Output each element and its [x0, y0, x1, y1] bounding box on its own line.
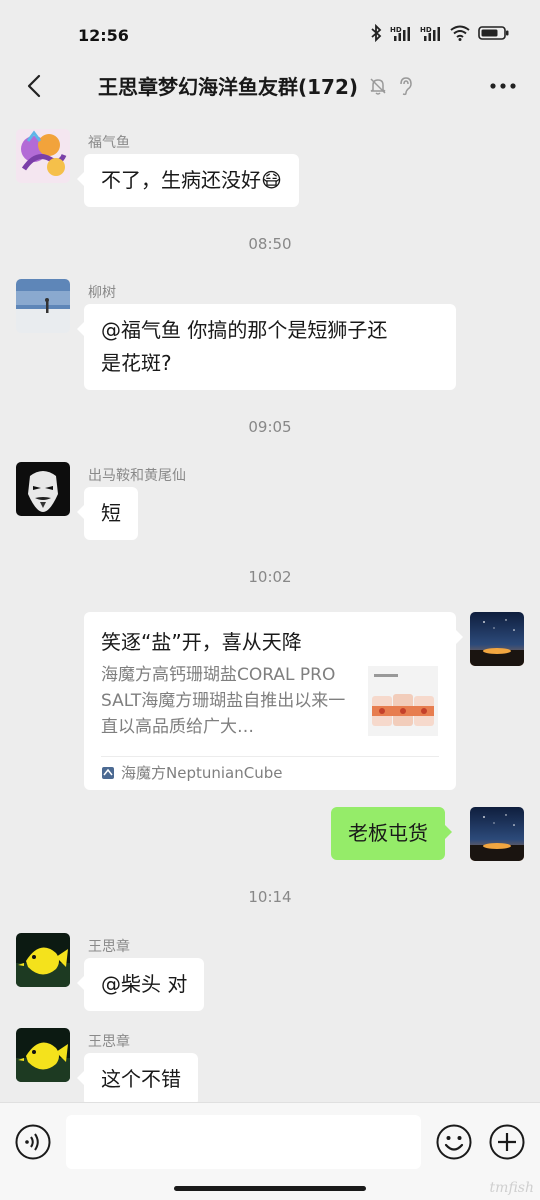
sender-name: 王思章	[88, 1034, 130, 1050]
message-list[interactable]: 福气鱼 不了，生病还没好😷 08:50 柳树 @福气鱼 你搞的那个是短狮子还 是…	[0, 110, 540, 1102]
watermark: tmfish	[489, 1180, 534, 1196]
timestamp: 10:02	[248, 568, 292, 586]
more-options-button[interactable]	[488, 72, 518, 100]
sender-name: 福气鱼	[88, 135, 130, 151]
back-arrow-icon	[27, 74, 41, 98]
card-divider	[101, 756, 439, 757]
chat-title: 王思章梦幻海洋鱼友群(172)	[98, 75, 359, 99]
avatar[interactable]	[16, 279, 70, 333]
message-bubble[interactable]: 这个不错	[77, 1053, 198, 1102]
back-button[interactable]	[14, 66, 54, 106]
earpiece-icon	[398, 76, 414, 96]
mute-bell-icon	[368, 76, 388, 96]
card-source: 海魔方NeptunianCube	[101, 762, 282, 783]
message-input[interactable]	[66, 1115, 421, 1169]
card-source-name: 海魔方NeptunianCube	[121, 764, 283, 782]
card-description: 海魔方高钙珊瑚盐CORAL PRO SALT海魔方珊瑚盐自推出以来一直以高品质给…	[101, 665, 346, 737]
card-title: 笑逐“盐”开，喜从天降	[101, 630, 302, 654]
wifi-icon	[450, 25, 470, 41]
timestamp: 09:05	[248, 418, 292, 436]
voice-icon	[15, 1124, 51, 1160]
timestamp: 10:14	[248, 888, 292, 906]
signal-icon-1: HD	[390, 25, 412, 41]
emoji-button[interactable]	[435, 1123, 473, 1161]
signal-icon-2: HD	[420, 25, 442, 41]
sender-name: 柳树	[88, 285, 116, 301]
sender-name: 王思章	[88, 939, 130, 955]
message-text: 是花斑?	[101, 351, 172, 375]
title-bar: 王思章梦幻海洋鱼友群(172)	[0, 62, 540, 110]
timestamp: 08:50	[248, 235, 292, 253]
svg-text:HD: HD	[420, 26, 432, 34]
status-bar: 12:56 HD HD	[0, 0, 540, 62]
message-bubble[interactable]: 不了，生病还没好😷	[77, 154, 299, 207]
avatar[interactable]	[16, 1028, 70, 1082]
message-text: 短	[101, 501, 121, 525]
message-bubble-self[interactable]: 老板屯货	[331, 807, 452, 860]
status-time: 12:56	[78, 26, 129, 45]
avatar[interactable]	[16, 129, 70, 183]
avatar[interactable]	[16, 933, 70, 987]
more-dots-icon	[490, 83, 516, 89]
plus-icon	[489, 1124, 525, 1160]
avatar[interactable]	[16, 462, 70, 516]
home-indicator[interactable]	[174, 1186, 366, 1191]
source-logo-icon	[102, 766, 114, 779]
emoji-icon	[436, 1124, 472, 1160]
message-bubble[interactable]: @福气鱼 你搞的那个是短狮子还 是花斑?	[77, 304, 456, 390]
message-text: @福气鱼 你搞的那个是短狮子还	[101, 318, 388, 342]
voice-input-button[interactable]	[14, 1123, 52, 1161]
avatar-self[interactable]	[470, 612, 524, 666]
message-text: 不了，生病还没好😷	[101, 168, 282, 192]
svg-text:HD: HD	[390, 26, 402, 34]
message-bubble[interactable]: 短	[77, 487, 138, 540]
message-text: @柴头 对	[101, 972, 188, 996]
article-card[interactable]: 笑逐“盐”开，喜从天降 海魔方高钙珊瑚盐CORAL PRO SALT海魔方珊瑚盐…	[84, 612, 463, 790]
message-bubble[interactable]: @柴头 对	[76, 958, 205, 1011]
sender-name: 出马鞍和黄尾仙	[88, 468, 186, 484]
bluetooth-icon	[370, 24, 382, 42]
avatar-self[interactable]	[470, 807, 524, 861]
status-icons: HD HD	[370, 24, 510, 42]
battery-icon	[478, 25, 510, 41]
message-text: 这个不错	[101, 1067, 181, 1091]
more-functions-button[interactable]	[488, 1123, 526, 1161]
card-thumbnail	[368, 666, 438, 736]
message-text: 老板屯货	[348, 821, 428, 845]
